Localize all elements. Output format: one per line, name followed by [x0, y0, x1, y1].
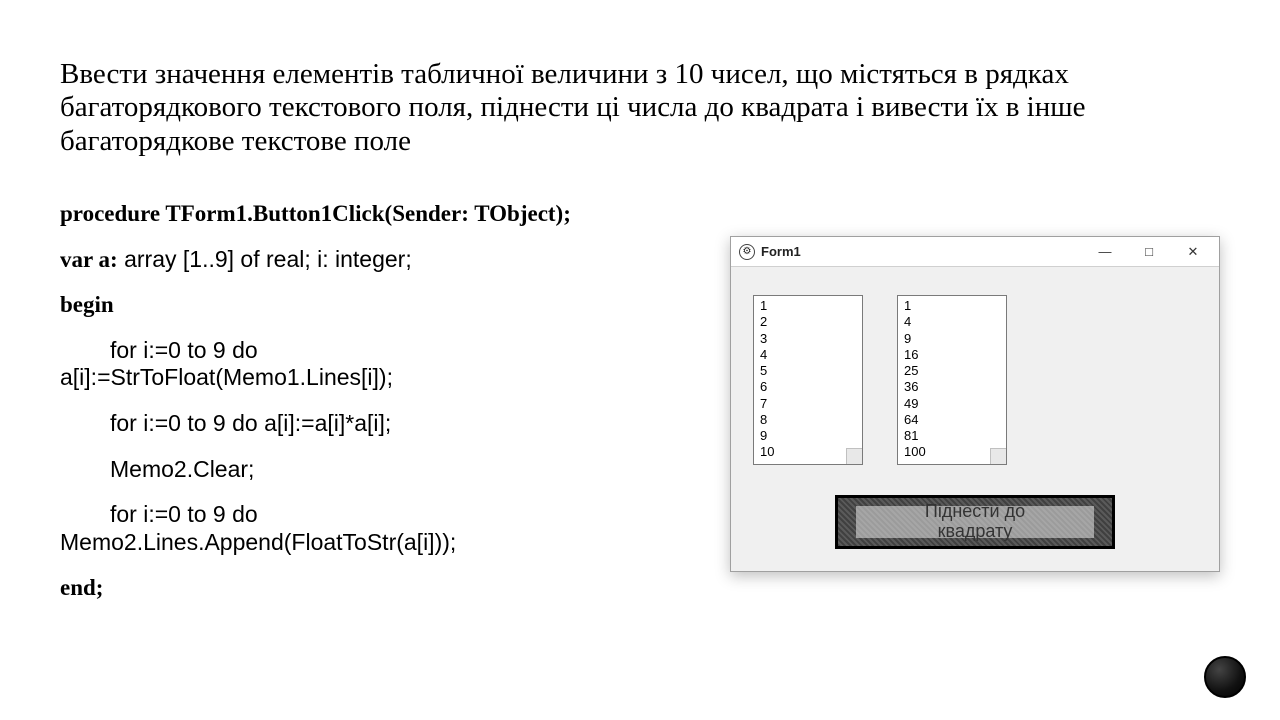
form-window: ⚙ Form1 — □ ✕ 12345678910 14916253649648…: [730, 236, 1220, 572]
memo-line: 1: [760, 298, 856, 314]
memo-line: 2: [760, 314, 856, 330]
code-line-clear: Memo2.Clear;: [110, 456, 254, 482]
memo-line: 6: [760, 379, 856, 395]
memo-line: 5: [760, 363, 856, 379]
memo-line: 16: [904, 347, 1000, 363]
code-line-for3b: Memo2.Lines.Append(FloatToStr(a[i]));: [60, 529, 456, 555]
code-line-end: end;: [60, 575, 103, 600]
minimize-button[interactable]: —: [1083, 238, 1127, 266]
memo-line: 3: [760, 331, 856, 347]
form-screenshot: ⚙ Form1 — □ ✕ 12345678910 14916253649648…: [730, 200, 1220, 572]
code-line-for2: for i:=0 to 9 do a[i]:=a[i]*a[i];: [110, 410, 391, 436]
code-line-for1b: a[i]:=StrToFloat(Memo1.Lines[i]);: [60, 364, 393, 390]
memo-line: 7: [760, 396, 856, 412]
memo2-output[interactable]: 149162536496481100: [897, 295, 1007, 465]
square-button-label: Піднести до квадрату: [925, 502, 1025, 542]
memo-line: 9: [904, 331, 1000, 347]
memo-line: 8: [760, 412, 856, 428]
content-row: procedure TForm1.Button1Click(Sender: TO…: [60, 200, 1220, 620]
memo1-input[interactable]: 12345678910: [753, 295, 863, 465]
scroll-corner-icon: [846, 448, 862, 464]
code-line-begin: begin: [60, 292, 114, 317]
code-block: procedure TForm1.Button1Click(Sender: TO…: [60, 200, 682, 620]
memo-line: 4: [760, 347, 856, 363]
code-line-2-decl: array [1..9] of real; i: integer;: [118, 246, 412, 272]
memo-line: 49: [904, 396, 1000, 412]
square-button[interactable]: Піднести до квадрату: [835, 495, 1115, 549]
code-line-for1a: for i:=0 to 9 do: [60, 337, 258, 365]
window-titlebar: ⚙ Form1 — □ ✕: [731, 237, 1219, 267]
close-button[interactable]: ✕: [1171, 238, 1215, 266]
app-icon: ⚙: [739, 244, 755, 260]
memo-line: 36: [904, 379, 1000, 395]
memo-line: 9: [760, 428, 856, 444]
memo-line: 100: [904, 444, 1000, 460]
slide-title: Ввести значення елементів табличної вели…: [60, 58, 1170, 158]
memo-line: 4: [904, 314, 1000, 330]
memo-line: 64: [904, 412, 1000, 428]
code-line-for3a: for i:=0 to 9 do: [60, 501, 258, 529]
scroll-corner-icon: [990, 448, 1006, 464]
window-title: Form1: [761, 244, 1083, 259]
code-line-1: procedure TForm1.Button1Click(Sender: TO…: [60, 201, 571, 226]
decorative-circle-icon: [1204, 656, 1246, 698]
memo-line: 10: [760, 444, 856, 460]
code-line-2-var: var a:: [60, 247, 118, 272]
maximize-button[interactable]: □: [1127, 238, 1171, 266]
memo-line: 81: [904, 428, 1000, 444]
memo-line: 1: [904, 298, 1000, 314]
memo-line: 25: [904, 363, 1000, 379]
